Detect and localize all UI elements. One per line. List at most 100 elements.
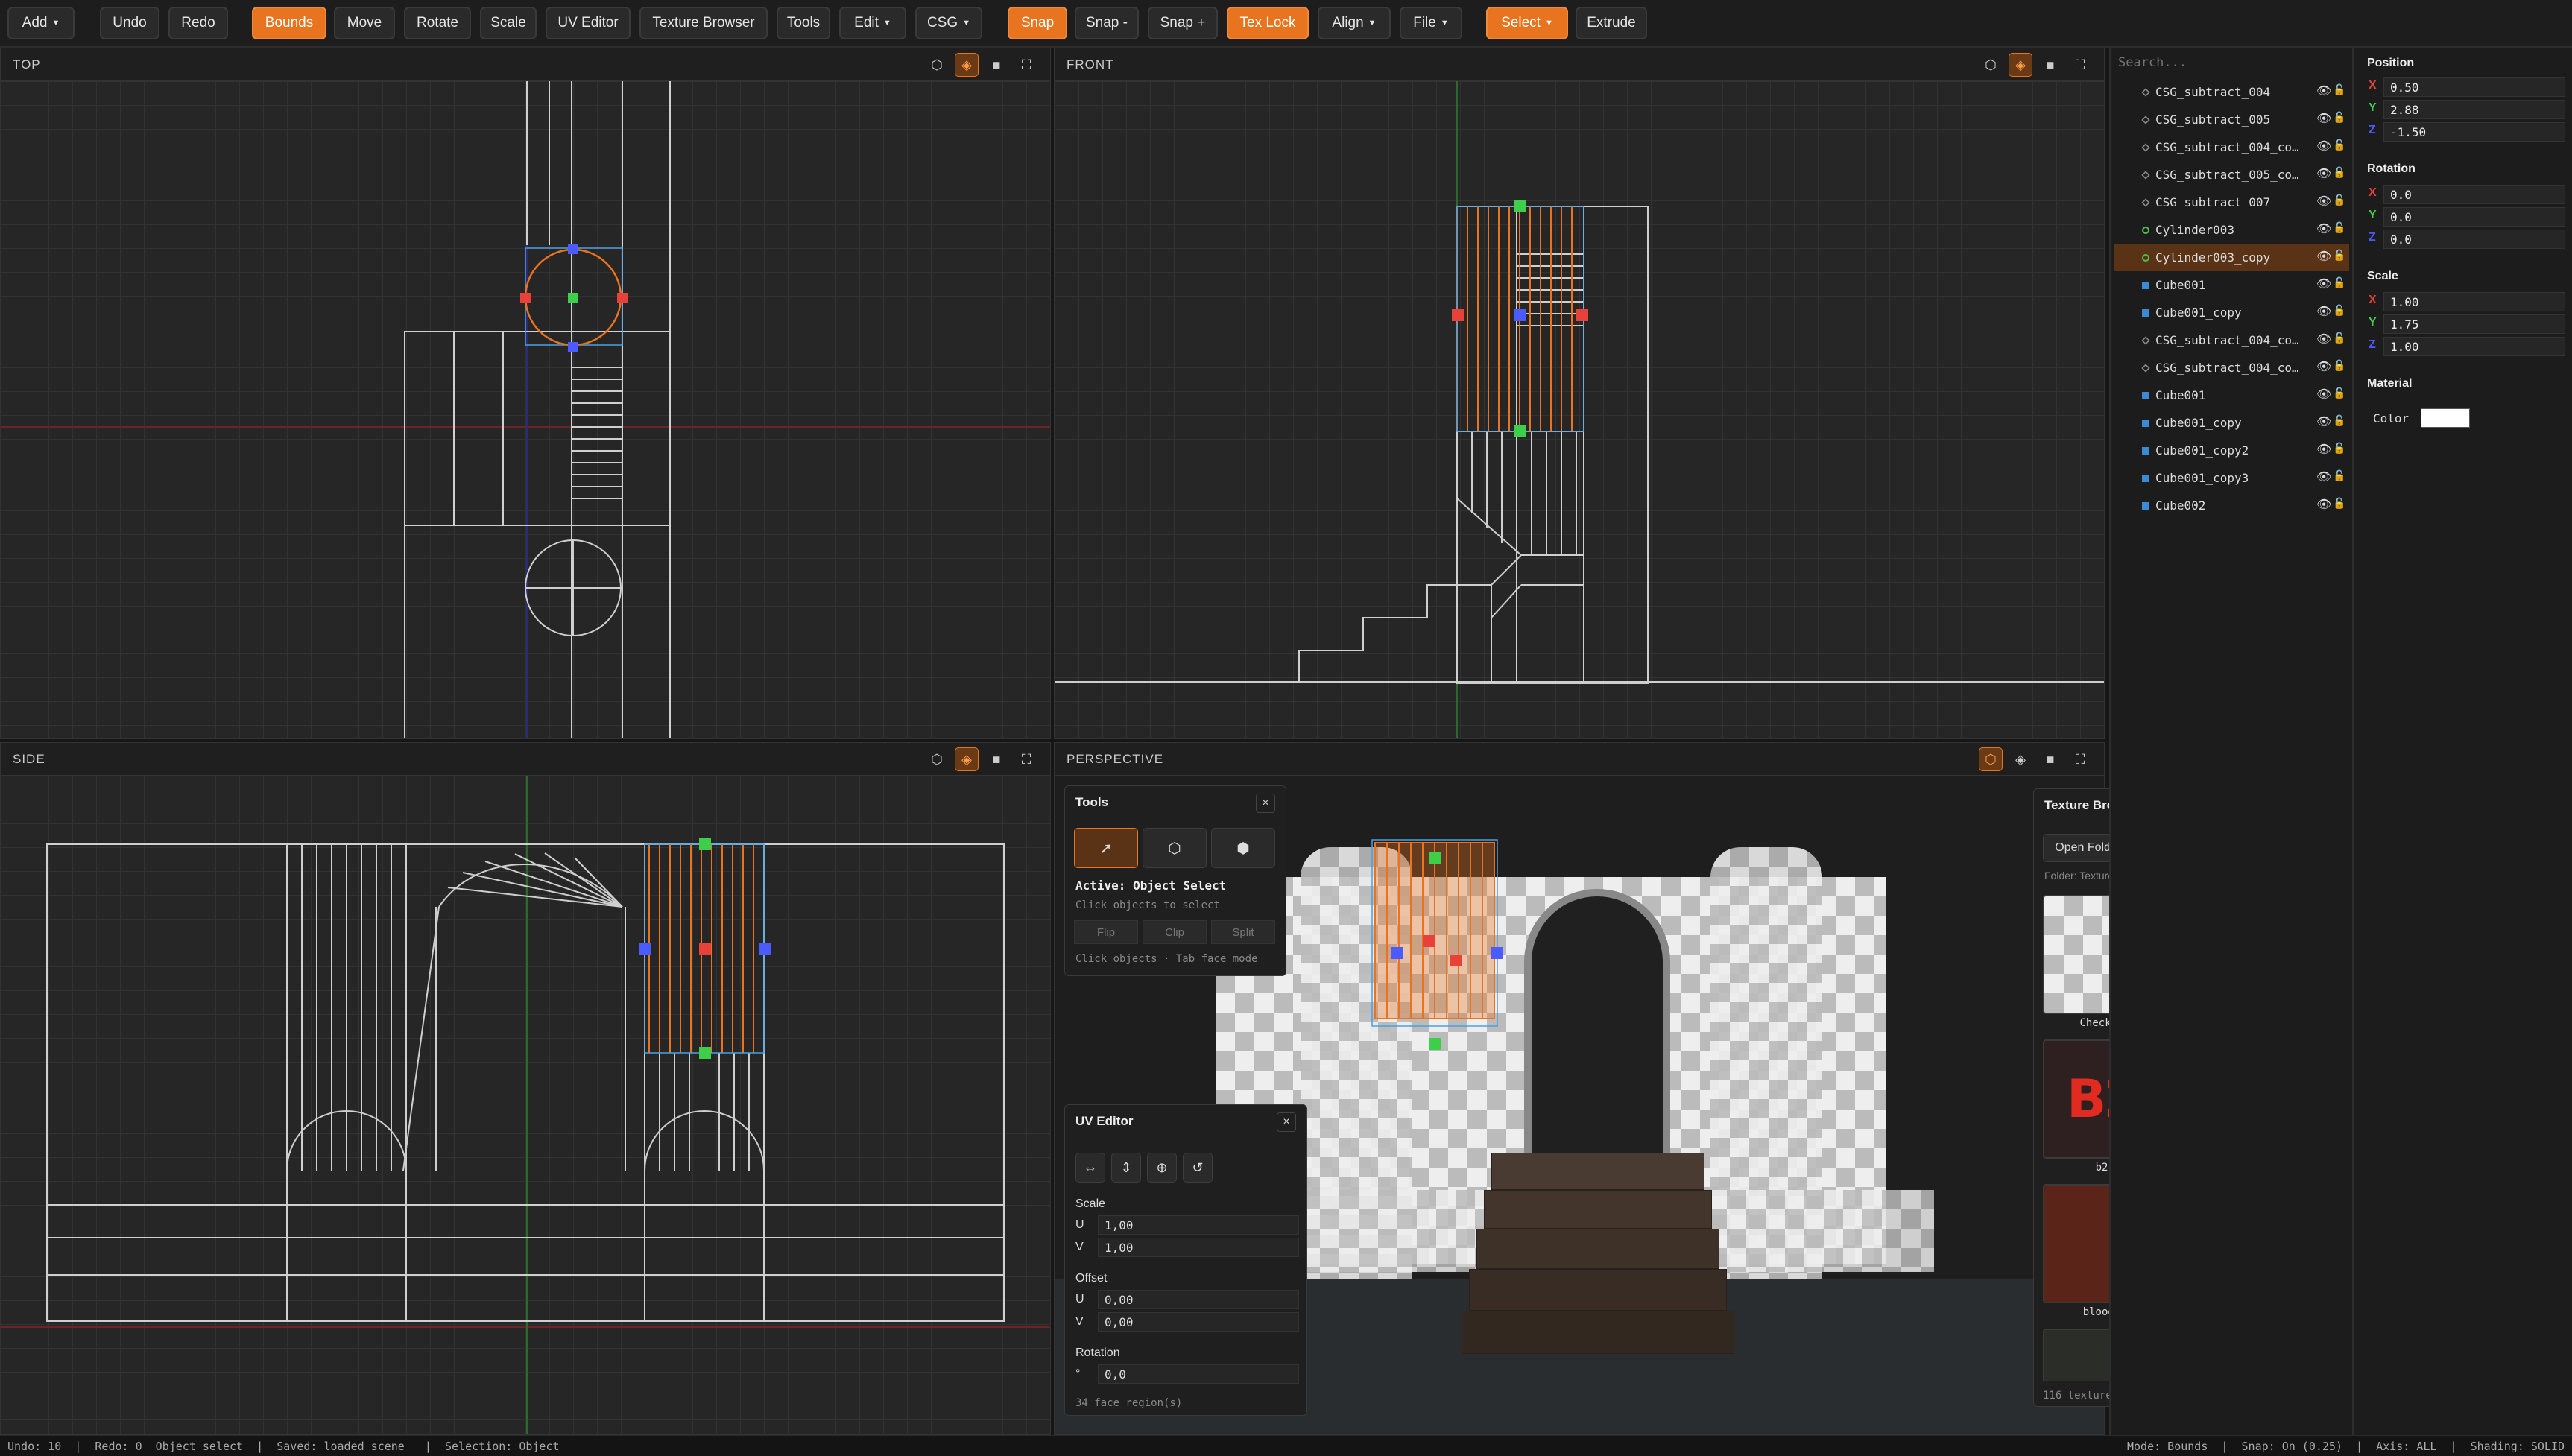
maximize-icon[interactable]: ⛶: [1014, 747, 1038, 771]
outliner-item[interactable]: Cube001 👁 🔓: [2114, 382, 2349, 409]
lock-icon[interactable]: 🔓: [2333, 305, 2345, 317]
snap-increase-button[interactable]: Snap +: [1148, 7, 1218, 39]
visibility-eye-icon[interactable]: 👁: [2316, 139, 2331, 153]
redo-button[interactable]: Redo: [168, 7, 228, 39]
lock-icon[interactable]: 🔓: [2333, 470, 2345, 482]
object-select-tool-button[interactable]: ➚: [1074, 828, 1138, 868]
outliner-item[interactable]: CSG_subtract_005 👁 🔓: [2114, 107, 2349, 133]
snap-decrease-button[interactable]: Snap -: [1075, 7, 1139, 39]
center-icon[interactable]: ⊕: [1147, 1153, 1177, 1183]
visibility-eye-icon[interactable]: 👁: [2316, 304, 2331, 318]
undo-button[interactable]: Undo: [100, 7, 159, 39]
wireframe-icon[interactable]: ⬡: [1979, 747, 2003, 771]
solid-shading-icon[interactable]: ◈: [955, 53, 979, 77]
textured-shading-icon[interactable]: ■: [985, 53, 1008, 77]
visibility-eye-icon[interactable]: 👁: [2316, 276, 2331, 291]
solid-shading-icon[interactable]: ◈: [955, 747, 979, 771]
texture-browser-button[interactable]: Texture Browser: [639, 7, 768, 39]
rotation-z-input[interactable]: [2383, 230, 2565, 249]
visibility-eye-icon[interactable]: 👁: [2316, 359, 2331, 373]
scale-z-input[interactable]: [2383, 337, 2565, 356]
lock-icon[interactable]: 🔓: [2333, 84, 2345, 96]
textured-shading-icon[interactable]: ■: [2038, 53, 2062, 77]
outliner-search-input[interactable]: [2118, 51, 2342, 75]
visibility-eye-icon[interactable]: 👁: [2316, 332, 2331, 346]
material-color-swatch[interactable]: [2421, 408, 2470, 428]
outliner-item[interactable]: CSG_subtract_005_co… 👁 🔓: [2114, 162, 2349, 189]
scale-u-input[interactable]: [1098, 1215, 1299, 1235]
outliner-item[interactable]: Cube001_copy 👁 🔓: [2114, 300, 2349, 326]
outliner-item[interactable]: Cube001_copy3 👁 🔓: [2114, 465, 2349, 492]
maximize-icon[interactable]: ⛶: [1014, 53, 1038, 77]
outliner-item[interactable]: CSG_subtract_004_co… 👁 🔓: [2114, 355, 2349, 382]
wireframe-icon[interactable]: ⬡: [925, 747, 949, 771]
position-x-input[interactable]: [2383, 77, 2565, 97]
visibility-eye-icon[interactable]: 👁: [2316, 497, 2331, 511]
lock-icon[interactable]: 🔓: [2333, 112, 2345, 124]
solid-shading-icon[interactable]: ◈: [2009, 53, 2032, 77]
scale-y-input[interactable]: [2383, 314, 2565, 334]
solid-shading-icon[interactable]: ◈: [2009, 747, 2032, 771]
close-icon[interactable]: ×: [1277, 1112, 1296, 1132]
flip-button[interactable]: Flip: [1074, 920, 1138, 944]
scale-v-input[interactable]: [1098, 1238, 1299, 1257]
lock-icon[interactable]: 🔓: [2333, 277, 2345, 289]
top-viewport[interactable]: TOP ⬡ ◈ ■ ⛶: [0, 48, 1051, 739]
side-viewport[interactable]: SIDE ⬡ ◈ ■ ⛶: [0, 742, 1051, 1435]
rotation-y-input[interactable]: [2383, 207, 2565, 227]
textured-shading-icon[interactable]: ■: [985, 747, 1008, 771]
extrude-button[interactable]: Extrude: [1576, 7, 1647, 39]
lock-icon[interactable]: 🔓: [2333, 360, 2345, 372]
maximize-icon[interactable]: ⛶: [2068, 53, 2092, 77]
rotation-input[interactable]: [1098, 1364, 1299, 1384]
edit-menu-button[interactable]: Edit ▼: [839, 7, 906, 39]
lock-icon[interactable]: 🔓: [2333, 443, 2345, 455]
outliner-item[interactable]: CSG_subtract_004_co… 👁 🔓: [2114, 327, 2349, 354]
visibility-eye-icon[interactable]: 👁: [2316, 387, 2331, 401]
split-button[interactable]: Split: [1211, 920, 1275, 944]
lock-icon[interactable]: 🔓: [2333, 415, 2345, 427]
outliner-item[interactable]: CSG_subtract_007 👁 🔓: [2114, 189, 2349, 216]
lock-icon[interactable]: 🔓: [2333, 332, 2345, 344]
outliner-item[interactable]: CSG_subtract_004 👁 🔓: [2114, 79, 2349, 106]
lock-icon[interactable]: 🔓: [2333, 139, 2345, 151]
lock-icon[interactable]: 🔓: [2333, 250, 2345, 262]
bounds-mode-button[interactable]: Bounds: [252, 7, 326, 39]
lock-icon[interactable]: 🔓: [2333, 167, 2345, 179]
visibility-eye-icon[interactable]: 👁: [2316, 469, 2331, 484]
textured-shading-icon[interactable]: ■: [2038, 747, 2062, 771]
lock-icon[interactable]: 🔓: [2333, 194, 2345, 206]
outliner-item[interactable]: Cube001 👁 🔓: [2114, 272, 2349, 299]
offset-v-input[interactable]: [1098, 1312, 1299, 1332]
lock-icon[interactable]: 🔓: [2333, 222, 2345, 234]
visibility-eye-icon[interactable]: 👁: [2316, 221, 2331, 235]
face-select-tool-button[interactable]: ⬡: [1143, 828, 1207, 868]
tools-button[interactable]: Tools: [777, 7, 830, 39]
add-menu-button[interactable]: Add ▼: [7, 7, 75, 39]
visibility-eye-icon[interactable]: 👁: [2316, 166, 2331, 180]
outliner-item[interactable]: Cube001_copy2 👁 🔓: [2114, 437, 2349, 464]
scale-x-input[interactable]: [2383, 292, 2565, 311]
align-menu-button[interactable]: Align ▼: [1318, 7, 1391, 39]
fit-vertical-icon[interactable]: ⇕: [1111, 1153, 1141, 1183]
visibility-eye-icon[interactable]: 👁: [2316, 194, 2331, 208]
tex-lock-button[interactable]: Tex Lock: [1227, 7, 1309, 39]
vertex-tool-button[interactable]: ⬢: [1211, 828, 1275, 868]
csg-menu-button[interactable]: CSG ▼: [915, 7, 982, 39]
file-menu-button[interactable]: File ▼: [1400, 7, 1462, 39]
offset-u-input[interactable]: [1098, 1290, 1299, 1309]
snap-toggle-button[interactable]: Snap: [1008, 7, 1067, 39]
clip-button[interactable]: Clip: [1143, 920, 1207, 944]
select-menu-button[interactable]: Select ▼: [1486, 7, 1568, 39]
outliner-item[interactable]: Cylinder003_copy 👁 🔓: [2114, 244, 2349, 271]
visibility-eye-icon[interactable]: 👁: [2316, 111, 2331, 125]
wireframe-icon[interactable]: ⬡: [1979, 53, 2003, 77]
visibility-eye-icon[interactable]: 👁: [2316, 442, 2331, 456]
fit-horizontal-icon[interactable]: ⇔: [1075, 1153, 1105, 1183]
outliner-item[interactable]: CSG_subtract_004_co… 👁 🔓: [2114, 134, 2349, 161]
outliner-item[interactable]: Cube002 👁 🔓: [2114, 493, 2349, 519]
maximize-icon[interactable]: ⛶: [2068, 747, 2092, 771]
visibility-eye-icon[interactable]: 👁: [2316, 414, 2331, 428]
outliner-item[interactable]: Cylinder003 👁 🔓: [2114, 217, 2349, 244]
visibility-eye-icon[interactable]: 👁: [2316, 83, 2331, 98]
